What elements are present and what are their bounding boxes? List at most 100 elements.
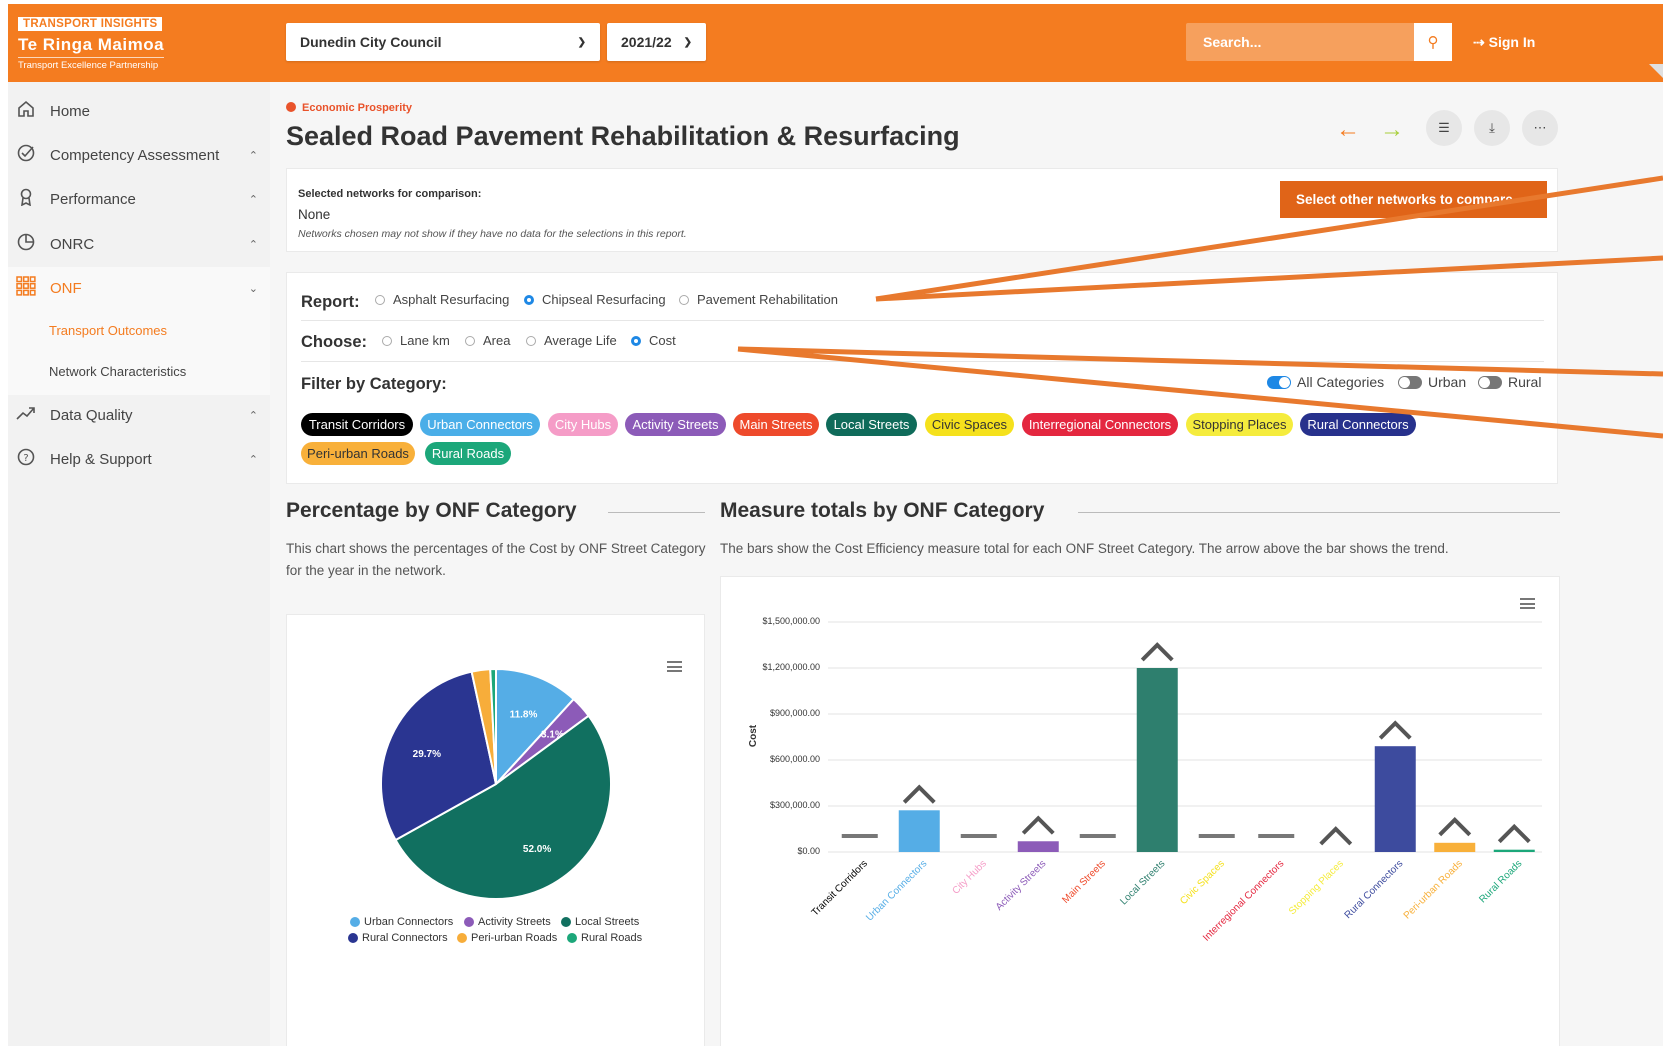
bar[interactable] — [1434, 842, 1476, 852]
category-chip[interactable]: Urban Connectors — [420, 413, 540, 436]
bar[interactable] — [1136, 668, 1178, 852]
check-circle-icon — [16, 144, 36, 167]
legend-item[interactable]: Urban Connectors — [350, 916, 453, 928]
list-button[interactable]: ☰ — [1426, 110, 1462, 146]
legend-label: Urban Connectors — [364, 916, 454, 928]
trend-icon — [16, 405, 36, 426]
sidebar-item-onrc[interactable]: ONRC ⌃ — [8, 224, 270, 264]
choose-option-lane-km[interactable]: Lane km — [382, 333, 450, 348]
legend-item[interactable]: Rural Connectors — [348, 932, 448, 944]
choose-option-area[interactable]: Area — [465, 333, 510, 348]
year-select-value: 2021/22 — [621, 34, 672, 50]
download-button[interactable]: ⤓ — [1474, 110, 1510, 146]
previous-arrow-icon[interactable]: ← — [1336, 116, 1360, 144]
x-tick-label: City Hubs — [950, 858, 988, 896]
category-chip[interactable]: Local Streets — [826, 413, 917, 436]
pie-data-label: 11.8% — [510, 709, 538, 720]
svg-text:?: ? — [23, 453, 28, 464]
sidebar-item-onf[interactable]: ONF ⌄ — [8, 268, 270, 308]
search-input[interactable]: Search... — [1186, 23, 1414, 61]
year-select[interactable]: 2021/22 ❯ — [607, 23, 706, 61]
bar-section-description: The bars show the Cost Efficiency measur… — [720, 541, 1449, 556]
logo-subtitle: Transport Excellence Partnership — [18, 57, 165, 71]
legend-item[interactable]: Activity Streets — [464, 916, 551, 928]
sidebar-item-performance[interactable]: Performance ⌃ — [8, 179, 270, 219]
legend-swatch — [561, 917, 571, 927]
report-option-pavement[interactable]: Pavement Rehabilitation — [679, 292, 838, 307]
category-tag-label: Economic Prosperity — [302, 102, 413, 114]
app-frame: TRANSPORT INSIGHTS Te Ringa Maimoa Trans… — [8, 4, 1663, 1046]
bar[interactable] — [1374, 746, 1416, 852]
chevron-down-icon: ❯ — [683, 36, 692, 48]
category-chip[interactable]: City Hubs — [548, 413, 618, 436]
trend-up-icon — [1319, 826, 1353, 846]
x-tick-label: Rural Roads — [1477, 858, 1524, 905]
sidebar-item-label: Performance — [50, 190, 136, 208]
category-chip[interactable]: Interregional Connectors — [1022, 413, 1178, 436]
bar[interactable] — [898, 810, 940, 852]
section-divider — [1078, 512, 1560, 513]
choose-option-average-life[interactable]: Average Life — [526, 333, 617, 348]
pie-section-description: This chart shows the percentages of the … — [286, 541, 706, 578]
pie-chart: 11.8%3.1%52.0%29.7% — [380, 667, 612, 900]
sign-in-label: Sign In — [1488, 34, 1536, 50]
report-option-chipseal[interactable]: Chipseal Resurfacing — [524, 292, 666, 307]
category-chip[interactable]: Rural Connectors — [1300, 413, 1416, 436]
select-networks-button[interactable]: Select other networks to compare — [1280, 181, 1547, 218]
bar[interactable] — [1493, 849, 1535, 852]
trend-up-icon — [1497, 823, 1531, 844]
legend-swatch — [350, 917, 360, 927]
radio-label: Cost — [649, 333, 676, 348]
toggle-all-categories[interactable]: All Categories — [1267, 374, 1384, 390]
chevron-up-icon: ⌃ — [248, 453, 258, 466]
sidebar-subitem-network-characteristics[interactable]: Network Characteristics — [49, 364, 186, 379]
download-icon: ⤓ — [1489, 120, 1495, 135]
chevron-down-icon: ⌄ — [248, 282, 258, 295]
sidebar-item-label: ONRC — [50, 235, 95, 253]
y-tick-label: $1,500,000.00 — [762, 616, 820, 626]
legend-label: Activity Streets — [478, 916, 551, 928]
legend-item[interactable]: Peri-urban Roads — [457, 932, 557, 944]
sidebar-item-home[interactable]: Home — [8, 91, 270, 131]
category-chip[interactable]: Transit Corridors — [301, 413, 413, 436]
toggle-rural[interactable]: Rural — [1478, 374, 1541, 390]
category-chip[interactable]: Main Streets — [733, 413, 819, 436]
category-chip[interactable]: Peri-urban Roads — [301, 442, 415, 465]
radio-selected-icon — [524, 294, 534, 305]
logo[interactable]: TRANSPORT INSIGHTS Te Ringa Maimoa Trans… — [18, 14, 165, 71]
report-option-asphalt[interactable]: Asphalt Resurfacing — [375, 292, 509, 307]
trend-up-icon — [1438, 816, 1472, 837]
sign-in-button[interactable]: ⇢ Sign In — [1473, 34, 1535, 51]
legend-label: Local Streets — [575, 916, 640, 928]
radio-icon — [375, 294, 385, 305]
sidebar-subitem-transport-outcomes[interactable]: Transport Outcomes — [49, 323, 167, 338]
sidebar-item-competency[interactable]: Competency Assessment ⌃ — [8, 135, 270, 175]
pie-data-label: 29.7% — [413, 749, 441, 760]
pie-data-label: 52.0% — [523, 844, 551, 855]
more-button[interactable]: ⋯ — [1522, 110, 1558, 146]
council-select[interactable]: Dunedin City Council ❯ — [286, 23, 600, 61]
x-tick-label: Peri-urban Roads — [1402, 858, 1465, 921]
trend-up-icon — [1021, 815, 1055, 835]
category-chip[interactable]: Civic Spaces — [925, 413, 1014, 436]
x-tick-label: Activity Streets — [994, 858, 1049, 913]
choose-option-cost[interactable]: Cost — [631, 333, 676, 348]
search-button[interactable]: ⚲ — [1414, 23, 1452, 61]
chevron-down-icon: ❯ — [577, 36, 586, 48]
award-icon — [16, 188, 36, 211]
category-chip[interactable]: Stopping Places — [1186, 413, 1293, 436]
next-arrow-icon[interactable]: → — [1380, 116, 1404, 144]
bar[interactable] — [1017, 841, 1059, 852]
toggle-urban[interactable]: Urban — [1398, 374, 1466, 390]
chevron-up-icon: ⌃ — [248, 409, 258, 422]
category-chip[interactable]: Activity Streets — [625, 413, 726, 436]
sidebar-item-data-quality[interactable]: Data Quality ⌃ — [8, 395, 270, 435]
category-chip[interactable]: Rural Roads — [425, 442, 511, 465]
legend-item[interactable]: Local Streets — [561, 916, 639, 928]
legend-label: Rural Connectors — [362, 932, 448, 944]
sidebar-item-help[interactable]: ? Help & Support ⌃ — [8, 439, 270, 479]
y-tick-label: $900,000.00 — [769, 708, 820, 718]
legend-item[interactable]: Rural Roads — [567, 932, 642, 944]
sidebar-item-label: Competency Assessment — [50, 146, 220, 164]
trend-up-icon — [902, 784, 936, 804]
